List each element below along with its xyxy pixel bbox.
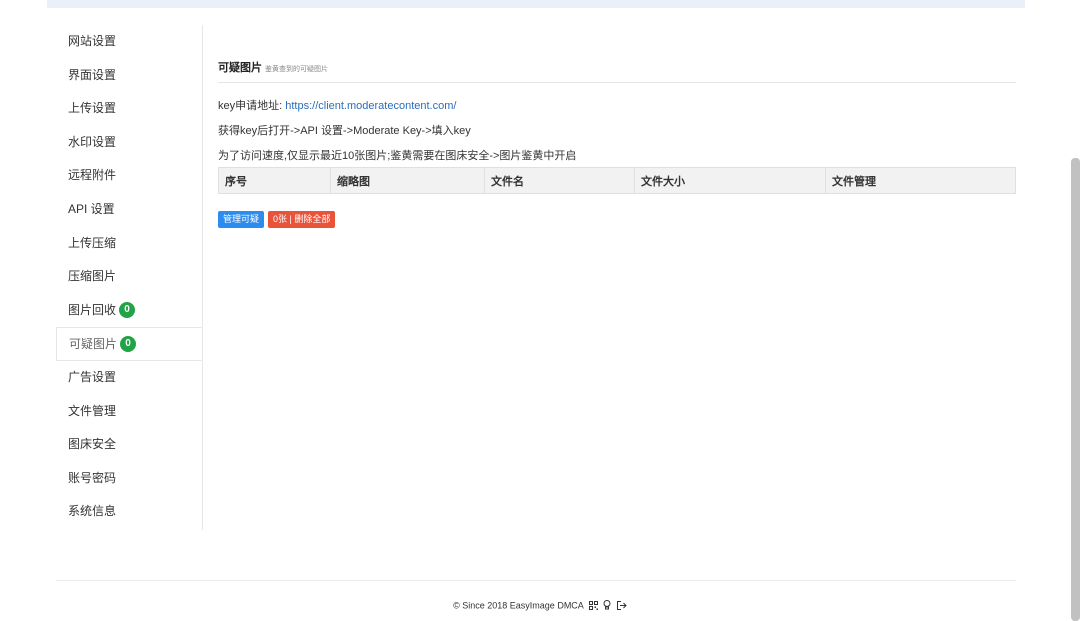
sidebar-item-upload-compression[interactable]: 上传压缩 — [56, 227, 202, 261]
table-header-row: 序号 缩略图 文件名 文件大小 文件管理 — [218, 167, 1016, 194]
page-title: 可疑图片 — [218, 62, 262, 74]
sidebar-item-label: 远程附件 — [68, 168, 117, 183]
footer: © Since 2018 EasyImage DMCA — [0, 600, 1080, 612]
page-subtitle: 鉴黄查到的可疑图片 — [265, 66, 328, 73]
delete-all-button[interactable]: 0张 | 删除全部 — [268, 211, 336, 228]
footer-text: © Since 2018 EasyImage DMCA — [453, 600, 584, 611]
qrcode-icon[interactable] — [588, 600, 598, 612]
sidebar-item-label: 文件管理 — [68, 403, 117, 418]
sidebar-item-system-info[interactable]: 系统信息 — [56, 495, 202, 529]
sidebar-item-suspicious-images[interactable]: 可疑图片 0 — [56, 327, 202, 361]
sidebar-item-site-settings[interactable]: 网站设置 — [56, 25, 202, 59]
main-panel: 可疑图片 鉴黄查到的可疑图片 key申请地址: https://client.mo… — [218, 25, 1016, 228]
sidebar-item-ui-settings[interactable]: 界面设置 — [56, 59, 202, 93]
logout-icon[interactable] — [616, 600, 627, 612]
sidebar-item-label: 系统信息 — [68, 504, 117, 519]
sidebar-item-label: 账号密码 — [68, 470, 117, 485]
sidebar-item-label: 压缩图片 — [68, 269, 117, 284]
sidebar-item-label: 网站设置 — [68, 34, 117, 48]
key-apply-link[interactable]: https://client.moderatecontent.com/ — [285, 100, 456, 112]
column-header-filesize: 文件大小 — [634, 167, 826, 194]
suspicious-images-table: 序号 缩略图 文件名 文件大小 文件管理 — [218, 167, 1016, 194]
sidebar-item-file-management[interactable]: 文件管理 — [56, 395, 202, 429]
sidebar-item-label: 广告设置 — [68, 369, 117, 384]
note-text: 为了访问速度,仅显示最近10张图片;鉴黄需要在图床安全->图片鉴黄中开启 — [218, 150, 577, 162]
sidebar-item-upload-settings[interactable]: 上传设置 — [56, 92, 202, 126]
sidebar-item-watermark-settings[interactable]: 水印设置 — [56, 126, 202, 160]
sidebar-item-label: 水印设置 — [68, 134, 117, 149]
sidebar-item-label: 可疑图片 — [69, 337, 118, 352]
footer-divider — [56, 580, 1016, 581]
instruction-text: 获得key后打开->API 设置->Moderate Key->填入key — [218, 125, 471, 137]
column-header-index: 序号 — [218, 167, 331, 194]
sidebar-item-api-settings[interactable]: API 设置 — [56, 193, 202, 227]
lightbulb-icon[interactable] — [603, 600, 611, 612]
manage-suspicious-button[interactable]: 管理可疑 — [218, 211, 265, 228]
action-buttons: 管理可疑 0张 | 删除全部 — [218, 211, 1016, 228]
sidebar-item-label: 界面设置 — [68, 67, 117, 82]
sidebar-item-image-security[interactable]: 图床安全 — [56, 428, 202, 462]
sidebar-item-label: 上传压缩 — [68, 235, 117, 250]
sidebar-item-account-password[interactable]: 账号密码 — [56, 462, 202, 496]
key-apply-label: key申请地址: — [218, 100, 286, 112]
sidebar-item-label: 图床安全 — [68, 437, 117, 452]
column-header-file-management: 文件管理 — [825, 167, 1016, 194]
column-header-thumbnail: 缩略图 — [330, 167, 485, 194]
count-badge: 0 — [119, 301, 136, 318]
sidebar-item-compress-images[interactable]: 压缩图片 — [56, 260, 202, 294]
column-header-filename: 文件名 — [484, 167, 635, 194]
settings-sidebar: 网站设置 界面设置 上传设置 水印设置 远程附件 API 设置 上传压缩 压缩图… — [56, 25, 203, 530]
page-scrollbar[interactable] — [1071, 158, 1080, 621]
sidebar-item-image-recycle[interactable]: 图片回收 0 — [56, 294, 202, 328]
panel-heading: 可疑图片 鉴黄查到的可疑图片 — [218, 59, 1016, 83]
sidebar-item-ad-settings[interactable]: 广告设置 — [56, 361, 202, 395]
key-apply-line: key申请地址: https://client.moderatecontent.… — [218, 97, 1016, 113]
sidebar-item-remote-attachments[interactable]: 远程附件 — [56, 159, 202, 193]
sidebar-item-label: 上传设置 — [68, 101, 117, 116]
count-badge: 0 — [120, 336, 137, 353]
sidebar-item-label: API 设置 — [68, 201, 115, 216]
sidebar-item-label: 图片回收 — [68, 302, 117, 317]
top-banner — [47, 0, 1025, 8]
